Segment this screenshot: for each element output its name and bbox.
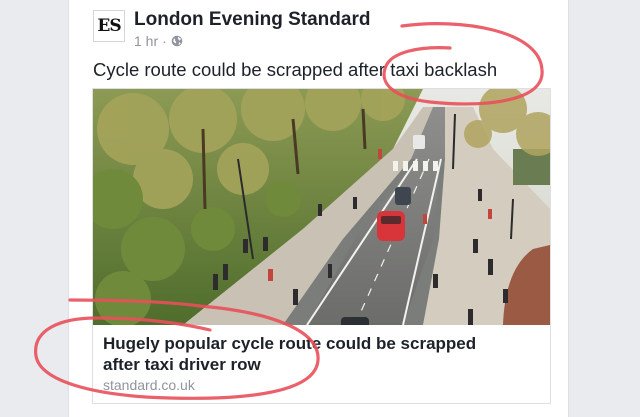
link-title-line-1: Hugely popular cycle route could be scra…: [103, 334, 477, 353]
globe-icon[interactable]: [171, 35, 183, 47]
page-logo[interactable]: ES: [93, 10, 125, 42]
post-meta: 1 hr ·: [134, 33, 183, 49]
street-scene-image[interactable]: [93, 89, 550, 325]
link-title-line-2: after taxi driver row: [103, 355, 261, 374]
post-message: Cycle route could be scrapped after taxi…: [93, 59, 498, 80]
post-header: ES London Evening Standard 1 hr ·: [93, 8, 533, 52]
post-card: ES London Evening Standard 1 hr · Cycle …: [68, 0, 569, 417]
link-title[interactable]: Hugely popular cycle route could be scra…: [103, 333, 543, 375]
meta-separator: ·: [162, 33, 167, 49]
post-time[interactable]: 1 hr: [134, 33, 158, 49]
link-preview[interactable]: Hugely popular cycle route could be scra…: [92, 88, 551, 404]
link-caption[interactable]: Hugely popular cycle route could be scra…: [93, 325, 550, 403]
link-domain: standard.co.uk: [103, 377, 195, 393]
page-name-link[interactable]: London Evening Standard: [134, 9, 370, 31]
